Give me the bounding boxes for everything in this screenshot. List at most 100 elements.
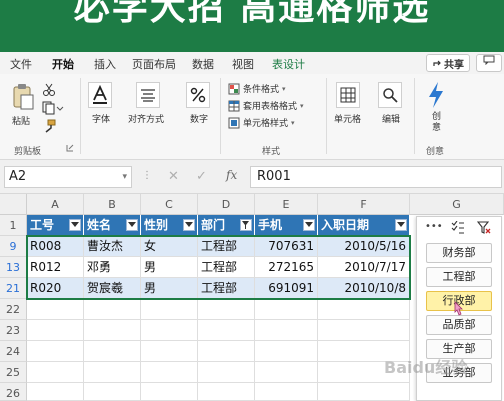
- table-cell[interactable]: 男: [141, 278, 198, 299]
- row-header[interactable]: 24: [0, 341, 27, 362]
- row-header[interactable]: 9: [0, 236, 27, 257]
- share-button[interactable]: 共享: [426, 54, 470, 72]
- empty-cell[interactable]: [27, 362, 84, 383]
- empty-cell[interactable]: [318, 383, 410, 401]
- empty-cell[interactable]: [198, 320, 255, 341]
- font-button[interactable]: [88, 82, 112, 108]
- empty-cell[interactable]: [84, 320, 141, 341]
- comments-button[interactable]: [476, 54, 502, 72]
- tab-file[interactable]: 文件: [10, 56, 32, 72]
- conditional-format-button[interactable]: 条件格式 ▾: [228, 82, 286, 95]
- column-header-g[interactable]: G: [410, 194, 504, 215]
- cut-button[interactable]: [42, 82, 56, 101]
- table-cell[interactable]: 707631: [255, 236, 318, 257]
- formula-input[interactable]: R001: [250, 166, 502, 188]
- table-header-cell[interactable]: 工号: [27, 215, 84, 236]
- row-header[interactable]: 22: [0, 299, 27, 320]
- empty-cell[interactable]: [255, 299, 318, 320]
- empty-cell[interactable]: [141, 341, 198, 362]
- name-box[interactable]: A2 ▾: [4, 166, 132, 188]
- column-header-b[interactable]: B: [84, 194, 141, 215]
- table-cell[interactable]: 女: [141, 236, 198, 257]
- fx-icon[interactable]: fx: [226, 168, 237, 182]
- filter-dropdown-icon[interactable]: [395, 219, 407, 231]
- empty-cell[interactable]: [255, 383, 318, 401]
- format-painter-button[interactable]: [42, 118, 56, 137]
- filter-dropdown-icon[interactable]: [183, 219, 195, 231]
- filter-active-icon[interactable]: [240, 219, 252, 231]
- table-format-button[interactable]: 套用表格格式 ▾: [228, 99, 304, 112]
- table-cell[interactable]: 2010/7/17: [318, 257, 410, 278]
- table-cell[interactable]: 男: [141, 257, 198, 278]
- table-cell[interactable]: R012: [27, 257, 84, 278]
- row-header[interactable]: 21: [0, 278, 27, 299]
- empty-cell[interactable]: [141, 320, 198, 341]
- multi-select-icon[interactable]: [451, 221, 465, 234]
- empty-cell[interactable]: [27, 341, 84, 362]
- table-cell[interactable]: 邓勇: [84, 257, 141, 278]
- table-header-cell[interactable]: 手机: [255, 215, 318, 236]
- table-cell[interactable]: 工程部: [198, 278, 255, 299]
- empty-cell[interactable]: [255, 320, 318, 341]
- table-header-cell[interactable]: 性别: [141, 215, 198, 236]
- row-header[interactable]: 26: [0, 383, 27, 401]
- slicer-item-engineering[interactable]: 工程部: [426, 267, 492, 287]
- table-cell[interactable]: 691091: [255, 278, 318, 299]
- slicer-item-quality[interactable]: 品质部: [426, 315, 492, 335]
- tab-data[interactable]: 数据: [192, 56, 214, 72]
- empty-cell[interactable]: [84, 341, 141, 362]
- tab-table-design[interactable]: 表设计: [272, 56, 305, 72]
- row-header[interactable]: 25: [0, 362, 27, 383]
- alignment-button[interactable]: [136, 82, 160, 108]
- table-cell[interactable]: R008: [27, 236, 84, 257]
- table-header-cell[interactable]: 入职日期: [318, 215, 410, 236]
- empty-cell[interactable]: [255, 341, 318, 362]
- table-cell[interactable]: 工程部: [198, 236, 255, 257]
- tab-page-layout[interactable]: 页面布局: [132, 56, 176, 72]
- slicer-item-finance[interactable]: 财务部: [426, 243, 492, 263]
- empty-cell[interactable]: [27, 299, 84, 320]
- select-all-corner[interactable]: [0, 194, 27, 215]
- copy-button[interactable]: [42, 100, 64, 119]
- empty-cell[interactable]: [318, 299, 410, 320]
- tab-home[interactable]: 开始: [52, 56, 74, 76]
- empty-cell[interactable]: [318, 320, 410, 341]
- filter-dropdown-icon[interactable]: [303, 219, 315, 231]
- tab-view[interactable]: 视图: [232, 56, 254, 72]
- column-header-f[interactable]: F: [318, 194, 410, 215]
- empty-cell[interactable]: [255, 362, 318, 383]
- table-cell[interactable]: 贺宸羲: [84, 278, 141, 299]
- empty-cell[interactable]: [198, 341, 255, 362]
- table-header-cell[interactable]: 部门: [198, 215, 255, 236]
- cancel-icon[interactable]: ✕: [168, 169, 179, 184]
- tab-insert[interactable]: 插入: [94, 56, 116, 72]
- empty-cell[interactable]: [141, 383, 198, 401]
- clear-filter-icon[interactable]: [477, 221, 491, 234]
- table-header-cell[interactable]: 姓名: [84, 215, 141, 236]
- row-header[interactable]: 23: [0, 320, 27, 341]
- filter-dropdown-icon[interactable]: [126, 219, 138, 231]
- table-cell[interactable]: 工程部: [198, 257, 255, 278]
- empty-cell[interactable]: [141, 299, 198, 320]
- row-header[interactable]: 1: [0, 215, 27, 236]
- table-cell[interactable]: 2010/10/8: [318, 278, 410, 299]
- empty-cell[interactable]: [198, 299, 255, 320]
- empty-cell[interactable]: [84, 299, 141, 320]
- row-header[interactable]: 13: [0, 257, 27, 278]
- editing-button[interactable]: [378, 82, 402, 108]
- slicer-menu-icon[interactable]: •••: [425, 221, 443, 232]
- confirm-icon[interactable]: ✓: [196, 169, 207, 184]
- number-format-button[interactable]: [186, 82, 210, 108]
- filter-dropdown-icon[interactable]: [69, 219, 81, 231]
- paste-button[interactable]: [10, 82, 36, 112]
- column-header-c[interactable]: C: [141, 194, 198, 215]
- column-header-a[interactable]: A: [27, 194, 84, 215]
- empty-cell[interactable]: [27, 383, 84, 401]
- create-button[interactable]: [426, 80, 446, 110]
- empty-cell[interactable]: [141, 362, 198, 383]
- column-header-d[interactable]: D: [198, 194, 255, 215]
- table-cell[interactable]: 2010/5/16: [318, 236, 410, 257]
- empty-cell[interactable]: [198, 383, 255, 401]
- chevron-down-icon[interactable]: ▾: [122, 167, 127, 187]
- column-header-e[interactable]: E: [255, 194, 318, 215]
